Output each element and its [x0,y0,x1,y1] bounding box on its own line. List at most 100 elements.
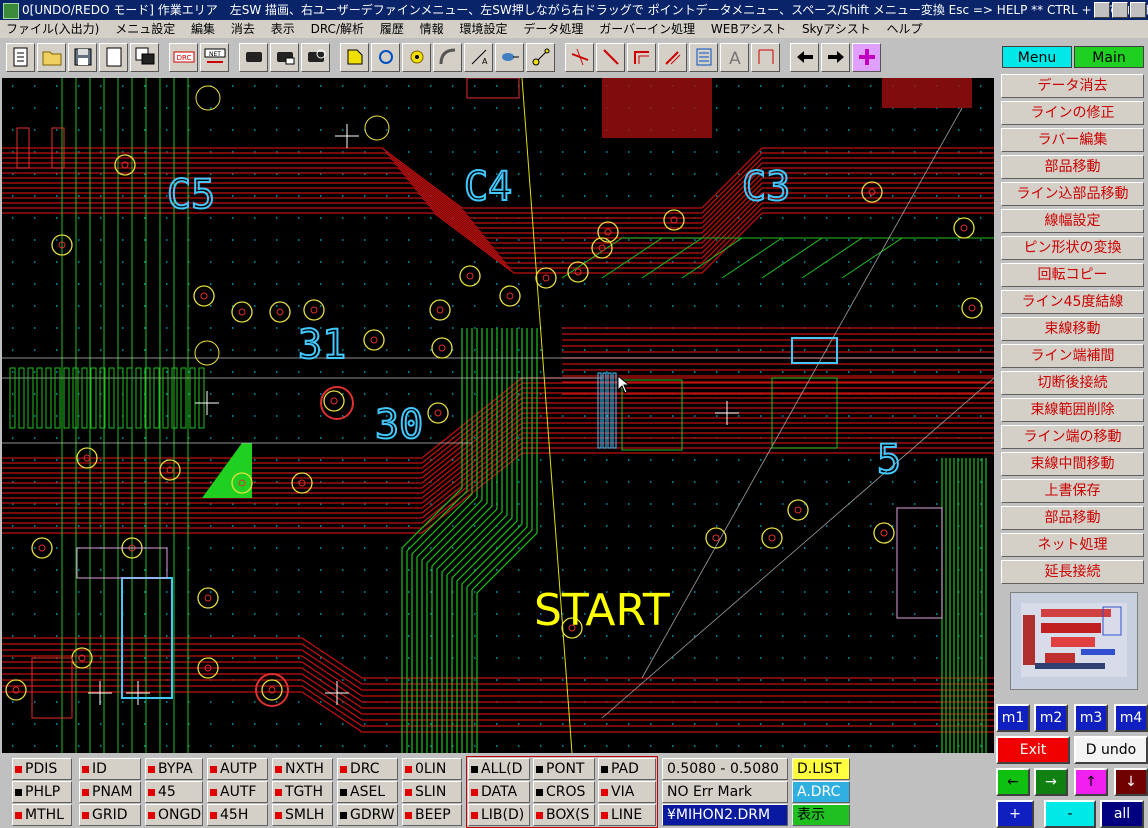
toggle-0lin[interactable]: 0LIN [402,758,462,780]
close-button[interactable] [1130,2,1146,18]
trace-cross-button-1[interactable] [565,42,594,72]
toggle-libd[interactable]: LIB(D) [468,804,530,826]
tab-main[interactable]: Main [1074,46,1144,68]
cmd-net-process[interactable]: ネット処理 [1001,533,1144,557]
new-doc-button[interactable] [6,42,35,72]
blank-page-button[interactable] [99,42,128,72]
menu-settings[interactable]: メニュ設定 [115,22,175,36]
nav-right-button[interactable]: → [1034,768,1068,796]
toggle-via[interactable]: VIA [598,781,656,803]
pad-shape-button[interactable] [340,42,369,72]
toggle-ongd[interactable]: ONGD [145,804,203,826]
toggle-grid[interactable]: GRID [79,804,141,826]
arrow-right-button[interactable] [821,42,850,72]
toggle-pont[interactable]: PONT [533,758,595,780]
zoom-in-button[interactable]: + [996,800,1034,828]
cmd-move-part[interactable]: 部品移動 [1001,155,1144,179]
display-button[interactable]: 表示 [792,804,850,826]
toggle-id[interactable]: ID [79,758,141,780]
toggle-line[interactable]: LINE [598,804,656,826]
toggle-phlp[interactable]: PHLP [12,781,72,803]
cmd-cut-connect[interactable]: 切断後接続 [1001,371,1144,395]
nav-down-button[interactable]: ↓ [1114,768,1148,796]
menu-view[interactable]: 表示 [271,22,295,36]
menu-environment[interactable]: 環境設定 [460,22,508,36]
maximize-button[interactable] [1112,2,1128,18]
menu-drc[interactable]: DRC/解析 [311,22,364,36]
probe-button[interactable] [495,42,524,72]
arc-button[interactable] [433,42,462,72]
trace-cross-button-2[interactable] [596,42,625,72]
move-node-button[interactable] [526,42,555,72]
toggle-pad[interactable]: PAD [598,758,656,780]
toggle-tgth[interactable]: TGTH [272,781,333,803]
zoom-all-button[interactable]: all [1100,800,1144,828]
open-button[interactable] [37,42,66,72]
nav-up-button[interactable]: ↑ [1074,768,1108,796]
chip-copy-button[interactable] [130,42,159,72]
chip-button-1[interactable] [239,42,268,72]
cmd-pin-shape[interactable]: ピン形状の変換 [1001,236,1144,260]
menu-data-processing[interactable]: データ処理 [523,22,583,36]
menu-erase[interactable]: 消去 [231,22,255,36]
cmd-move-part-with-lines[interactable]: ライン込部品移動 [1001,182,1144,206]
menu-history[interactable]: 履歴 [380,22,404,36]
toggle-boxs[interactable]: BOX(S [533,804,595,826]
menu-web-assist[interactable]: WEBアシスト [711,22,786,36]
d-undo-button[interactable]: D undo [1074,736,1148,764]
pcb-work-area[interactable]: START C5 C4 C3 31 30 5 [2,78,994,753]
toggle-nxth[interactable]: NXTH [272,758,333,780]
menu-file[interactable]: ファイル(入出力) [6,22,99,36]
cmd-rotate-copy[interactable]: 回転コピー [1001,263,1144,287]
via-button[interactable] [402,42,431,72]
toggle-gdrw[interactable]: GDRW [337,804,398,826]
toggle-mthl[interactable]: MTHL [12,804,72,826]
slash-a-button[interactable]: A [464,42,493,72]
toggle-data[interactable]: DATA [468,781,530,803]
tab-menu[interactable]: Menu [1002,46,1072,68]
drc-button[interactable]: DRC [169,42,198,72]
cmd-line-end-move[interactable]: ライン端の移動 [1001,425,1144,449]
toggle-cros[interactable]: CROS [533,781,595,803]
toggle-smlh[interactable]: SMLH [272,804,333,826]
net-button[interactable]: NET [200,42,229,72]
corner-button-2[interactable] [658,42,687,72]
cmd-fix-line[interactable]: ラインの修正 [1001,101,1144,125]
cmd-overwrite-save[interactable]: 上書保存 [1001,479,1144,503]
save-button[interactable] [68,42,97,72]
text-button[interactable]: A [720,42,749,72]
mode-m4-button[interactable]: m4 [1114,704,1148,732]
minimize-button[interactable] [1094,2,1110,18]
nav-left-button[interactable]: ← [996,768,1030,796]
cmd-extend-connect[interactable]: 延長接続 [1001,560,1144,584]
exit-button[interactable]: Exit [996,736,1070,764]
chip-button-2[interactable] [270,42,299,72]
toggle-pdis[interactable]: PDIS [12,758,72,780]
board-minimap[interactable] [1010,592,1138,690]
toggle-asel[interactable]: ASEL [337,781,398,803]
box-lines-button[interactable] [689,42,718,72]
menu-gerber-in[interactable]: ガーバーイン処理 [599,22,695,36]
corner-button-1[interactable] [627,42,656,72]
menu-sky-assist[interactable]: Skyアシスト [802,22,871,36]
cmd-line-45[interactable]: ライン45度結線 [1001,290,1144,314]
menu-info[interactable]: 情報 [420,22,444,36]
d-list-button[interactable]: D.LIST [792,758,850,780]
cmd-bundle-mid-move[interactable]: 束線中間移動 [1001,452,1144,476]
arrow-left-button[interactable] [790,42,819,72]
toggle-bypa[interactable]: BYPA [145,758,203,780]
toggle-45[interactable]: 45 [145,781,203,803]
cmd-delete-data[interactable]: データ消去 [1001,74,1144,98]
toggle-pnam[interactable]: PNAM [79,781,141,803]
toggle-alld[interactable]: ALL(D [468,758,530,780]
mode-m3-button[interactable]: m3 [1074,704,1108,732]
chip-button-3[interactable] [301,42,330,72]
cmd-move-part-2[interactable]: 部品移動 [1001,506,1144,530]
toggle-slin[interactable]: SLIN [402,781,462,803]
cmd-line-width[interactable]: 線幅設定 [1001,209,1144,233]
menu-help[interactable]: ヘルプ [887,22,923,36]
cmd-bundle-move[interactable]: 束線移動 [1001,317,1144,341]
toggle-45h[interactable]: 45H [207,804,268,826]
zoom-out-button[interactable]: - [1044,800,1096,828]
circle-button[interactable] [371,42,400,72]
